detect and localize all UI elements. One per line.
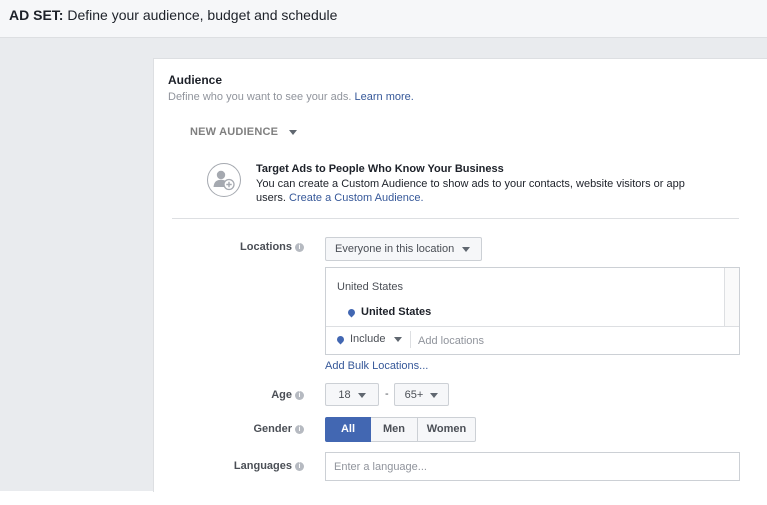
bottom-strip: [0, 491, 767, 505]
learn-more-link[interactable]: Learn more.: [355, 91, 414, 103]
location-divider: [326, 326, 739, 327]
chevron-down-icon: [462, 246, 471, 252]
language-input[interactable]: [325, 452, 740, 481]
info-icon: i: [295, 461, 304, 471]
location-country-header: United States: [337, 281, 404, 293]
age-separator: -: [385, 388, 389, 400]
chevron-down-icon: [357, 392, 366, 398]
location-mode-value: Everyone in this location: [335, 243, 455, 255]
chevron-down-icon: [393, 336, 402, 342]
locations-label-text: Locations: [240, 241, 292, 253]
page-title-prefix: AD SET:: [9, 7, 64, 23]
age-label-text: Age: [271, 389, 292, 401]
page-title: AD SET: Define your audience, budget and…: [9, 7, 337, 23]
age-min-value: 18: [338, 389, 351, 401]
page-title-text: Define your audience, budget and schedul…: [67, 7, 338, 23]
chevron-down-icon: [289, 129, 298, 135]
new-audience-label: NEW AUDIENCE: [190, 126, 279, 138]
languages-label: Languages i: [204, 460, 304, 472]
gender-women-button[interactable]: Women: [418, 417, 476, 442]
custom-audience-description: You can create a Custom Audience to show…: [256, 177, 696, 205]
age-min-dropdown[interactable]: 18: [325, 383, 379, 406]
languages-label-text: Languages: [233, 460, 292, 472]
location-scrollbar[interactable]: [724, 268, 739, 326]
audience-subtitle: Define who you want to see your ads. Lea…: [168, 91, 414, 103]
section-divider: [172, 218, 739, 219]
age-label: Age i: [204, 389, 304, 401]
include-separator: [410, 331, 411, 348]
age-max-value: 65+: [404, 389, 424, 401]
info-icon: i: [295, 242, 304, 252]
selected-location[interactable]: United States: [346, 306, 432, 318]
include-label: Include: [350, 333, 386, 345]
locations-label: Locations i: [204, 241, 304, 253]
info-icon: i: [295, 390, 304, 400]
selected-location-label: United States: [361, 306, 432, 318]
new-audience-dropdown[interactable]: NEW AUDIENCE: [190, 126, 298, 138]
header-bar: AD SET: Define your audience, budget and…: [0, 0, 767, 38]
audience-card: Audience Define who you want to see your…: [153, 58, 767, 492]
gender-label: Gender i: [204, 423, 304, 435]
age-max-dropdown[interactable]: 65+: [394, 383, 449, 406]
gender-men-button[interactable]: Men: [371, 417, 418, 442]
audience-subtitle-text: Define who you want to see your ads.: [168, 91, 352, 103]
gender-label-text: Gender: [253, 423, 292, 435]
add-locations-input[interactable]: [418, 333, 718, 349]
info-icon: i: [295, 424, 304, 434]
location-box: United States United States Include: [325, 267, 740, 355]
create-custom-audience-link[interactable]: Create a Custom Audience.: [289, 192, 424, 204]
custom-audience-icon: [207, 163, 241, 197]
location-mode-dropdown[interactable]: Everyone in this location: [325, 237, 482, 261]
audience-heading: Audience: [168, 73, 223, 87]
people-add-icon: [213, 170, 235, 191]
include-dropdown[interactable]: Include: [335, 333, 402, 345]
gender-all-button[interactable]: All: [325, 417, 371, 442]
add-bulk-locations-link[interactable]: Add Bulk Locations...: [325, 360, 428, 372]
chevron-down-icon: [430, 392, 439, 398]
location-pin-icon: [346, 307, 357, 318]
location-pin-icon: [335, 334, 346, 345]
custom-audience-title: Target Ads to People Who Know Your Busin…: [256, 163, 504, 175]
